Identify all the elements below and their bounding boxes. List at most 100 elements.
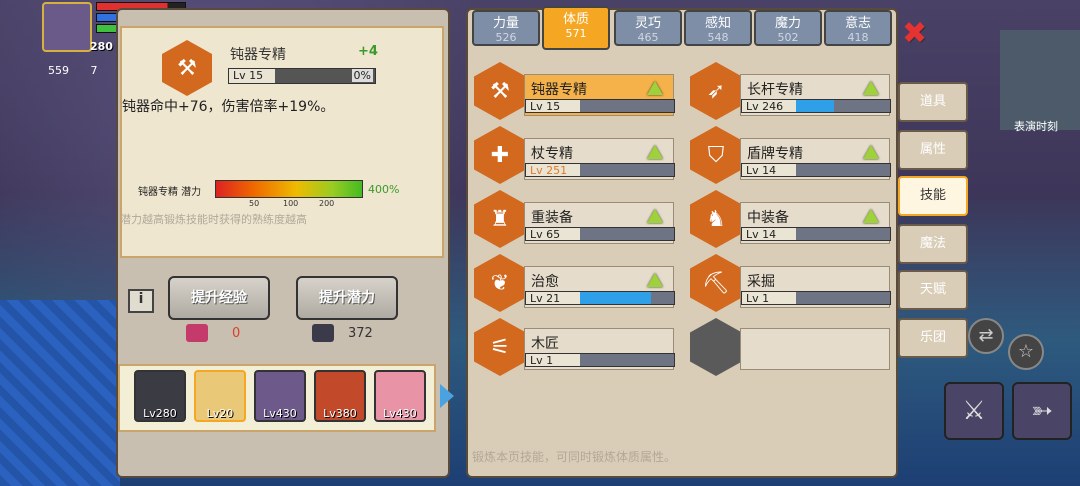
- skill-detail-level-bar: Lv 15 0%: [228, 68, 376, 84]
- party-member[interactable]: Lv20: [194, 370, 246, 422]
- upgrade-arrow-icon[interactable]: [647, 81, 663, 95]
- counter-b: 7: [90, 64, 98, 77]
- skill-level: Lv 14: [742, 228, 796, 241]
- skill-cell[interactable]: 长杆专精 Lv 246: [740, 74, 891, 116]
- upgrade-arrow-icon[interactable]: [647, 273, 663, 287]
- menu-items[interactable]: 道具: [898, 82, 968, 122]
- tick-label: 100: [283, 199, 299, 208]
- tab-perception[interactable]: 感知 548: [684, 10, 752, 46]
- skill-name: 治愈: [531, 274, 559, 290]
- tab-constitution[interactable]: 体质 571: [542, 6, 610, 50]
- skill-name: 中装备: [747, 210, 789, 226]
- potential-hint: 潜力越高锻炼技能时获得的熟练度越高: [120, 213, 307, 226]
- tab-value: 465: [637, 31, 659, 44]
- skill-level-bar: Lv 246: [741, 99, 891, 113]
- bow-icon[interactable]: ➳: [1012, 382, 1072, 440]
- menu-skills[interactable]: 技能: [898, 176, 968, 216]
- skill-cell[interactable]: 钝器专精 Lv 15: [524, 74, 675, 116]
- skill-cell[interactable]: 木匠 Lv 1: [524, 328, 675, 370]
- panel-footer-hint: 锻炼本页技能，可同时锻炼体质属性。: [472, 450, 677, 464]
- skill-cell[interactable]: 中装备 Lv 14: [740, 202, 891, 244]
- skill-name: 采掘: [747, 274, 775, 290]
- info-button[interactable]: i: [128, 289, 154, 313]
- party-member[interactable]: Lv380: [314, 370, 366, 422]
- water-tiles: [0, 300, 120, 486]
- tab-label: 魔力: [774, 16, 801, 31]
- upgrade-arrow-icon[interactable]: [647, 145, 663, 159]
- empty-skill-cell: [740, 328, 890, 370]
- party-member-level: Lv430: [263, 407, 297, 420]
- skill-detail-bonus: +4: [358, 44, 378, 59]
- menu-talent[interactable]: 天赋: [898, 270, 968, 310]
- party-member-level: Lv280: [143, 407, 177, 420]
- tab-value: 502: [777, 31, 799, 44]
- swap-icon[interactable]: ⇄: [968, 318, 1004, 354]
- skill-name: 杖专精: [531, 146, 573, 162]
- party-member[interactable]: Lv430: [254, 370, 306, 422]
- skill-cell[interactable]: 杖专精 Lv 251: [524, 138, 675, 180]
- skill-level-bar: Lv 65: [525, 227, 675, 241]
- skill-cell[interactable]: 采掘 Lv 1: [740, 266, 891, 308]
- party-member[interactable]: Lv280: [134, 370, 186, 422]
- upgrade-arrow-icon[interactable]: [863, 209, 879, 223]
- player-level: 280: [90, 40, 113, 53]
- skill-level-bar: Lv 251: [525, 163, 675, 177]
- tab-dexterity[interactable]: 灵巧 465: [614, 10, 682, 46]
- tab-value: 571: [565, 27, 587, 40]
- skill-cell[interactable]: 重装备 Lv 65: [524, 202, 675, 244]
- minimap[interactable]: [1000, 30, 1080, 130]
- minimap-label: 表演时刻: [1014, 120, 1058, 133]
- tab-magic[interactable]: 魔力 502: [754, 10, 822, 46]
- party-next-arrow-icon[interactable]: [440, 384, 454, 408]
- skill-level: Lv 1: [742, 292, 796, 305]
- tick-label: 50: [249, 199, 260, 208]
- skill-name: 重装备: [531, 210, 573, 226]
- upgrade-arrow-icon[interactable]: [647, 209, 663, 223]
- skill-level-bar: Lv 14: [741, 227, 891, 241]
- skill-cell[interactable]: 盾牌专精 Lv 14: [740, 138, 891, 180]
- skill-cell[interactable]: 治愈 Lv 21: [524, 266, 675, 308]
- skill-level-bar: Lv 15: [525, 99, 675, 113]
- party-member-level: Lv430: [383, 407, 417, 420]
- close-icon[interactable]: ✖: [902, 16, 927, 51]
- skill-name: 盾牌专精: [747, 146, 803, 162]
- tab-strength[interactable]: 力量 526: [472, 10, 540, 46]
- upgrade-arrow-icon[interactable]: [863, 145, 879, 159]
- skill-level: Lv 251: [526, 164, 580, 177]
- skill-name: 钝器专精: [531, 82, 587, 98]
- upgrade-arrow-icon[interactable]: [863, 81, 879, 95]
- counter-a: 559: [48, 64, 69, 77]
- skill-level: Lv 246: [742, 100, 796, 113]
- menu-band[interactable]: 乐团: [898, 318, 968, 358]
- raise-exp-button[interactable]: 提升经验: [168, 276, 270, 320]
- tick-label: 200: [319, 199, 335, 208]
- skill-detail-level: Lv 15: [229, 69, 275, 83]
- skill-exp-fill: [796, 100, 834, 112]
- potential-gauge: [215, 180, 363, 198]
- tab-value: 418: [847, 31, 869, 44]
- skill-name: 长杆专精: [747, 82, 803, 98]
- sword-icon[interactable]: ⚔: [944, 382, 1004, 440]
- hud-counters: 559 7: [48, 64, 116, 77]
- player-portrait[interactable]: [42, 2, 92, 52]
- book-icon: [186, 324, 208, 342]
- party-member-level: Lv380: [323, 407, 357, 420]
- skill-level-bar: Lv 14: [741, 163, 891, 177]
- skill-level-bar: Lv 21: [525, 291, 675, 305]
- party-member[interactable]: Lv430: [374, 370, 426, 422]
- potential-percent: 400%: [368, 183, 400, 196]
- party-member-level: Lv20: [206, 407, 234, 420]
- menu-magic[interactable]: 魔法: [898, 224, 968, 264]
- exp-cost: 0: [232, 326, 241, 341]
- menu-attributes[interactable]: 属性: [898, 130, 968, 170]
- skill-level: Lv 21: [526, 292, 580, 305]
- potential-cost: 372: [348, 326, 373, 341]
- tab-label: 体质: [562, 12, 589, 27]
- skill-level-bar: Lv 1: [525, 353, 675, 367]
- skill-detail-progress: 0%: [351, 69, 373, 82]
- scroll-icon: [312, 324, 334, 342]
- star-icon[interactable]: ☆: [1008, 334, 1044, 370]
- raise-potential-button[interactable]: 提升潜力: [296, 276, 398, 320]
- tab-value: 526: [495, 31, 517, 44]
- tab-will[interactable]: 意志 418: [824, 10, 892, 46]
